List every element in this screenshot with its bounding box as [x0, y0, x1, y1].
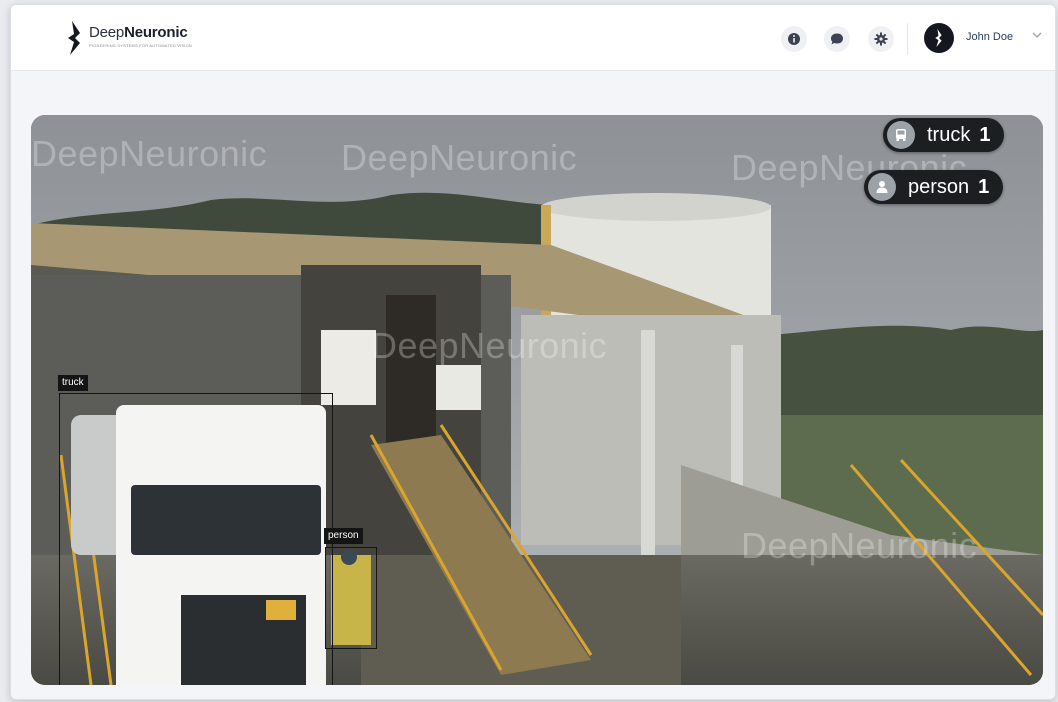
counter-value: 1 — [979, 123, 991, 146]
watermark: DeepNeuronic — [31, 133, 268, 174]
settings-button[interactable] — [868, 26, 894, 52]
counter-truck[interactable]: truck 1 — [883, 118, 1005, 152]
brand-tagline: PIONEERING SYSTEMS FOR AUTOMATED VISION — [89, 43, 192, 48]
counter-value: 1 — [978, 175, 990, 198]
watermark: DeepNeuronic — [741, 525, 978, 566]
truck-icon — [887, 121, 915, 149]
brand-name: DeepNeuronic — [89, 24, 188, 41]
counter-person[interactable]: person 1 — [864, 170, 1004, 204]
user-name[interactable]: John Doe — [966, 31, 1013, 43]
info-icon — [788, 33, 800, 45]
gear-icon — [874, 32, 888, 46]
watermark: DeepNeuronic — [341, 137, 578, 178]
detection-label-person: person — [324, 528, 363, 544]
counter-label: truck — [927, 123, 971, 146]
avatar-logo-icon — [935, 29, 942, 47]
chat-icon — [831, 33, 843, 45]
detection-box-truck[interactable] — [59, 393, 333, 685]
watermark: DeepNeuronic — [371, 325, 608, 366]
app-window: DeepNeuronic PIONEERING SYSTEMS FOR AUTO… — [10, 4, 1056, 700]
detection-box-person[interactable] — [325, 547, 377, 649]
logo-mark-icon — [68, 21, 80, 55]
person-icon — [868, 173, 896, 201]
chevron-down-icon[interactable] — [1031, 29, 1043, 41]
logo[interactable]: DeepNeuronic PIONEERING SYSTEMS FOR AUTO… — [65, 19, 192, 57]
top-bar: DeepNeuronic PIONEERING SYSTEMS FOR AUTO… — [11, 5, 1055, 71]
camera-feed[interactable]: DeepNeuronic DeepNeuronic DeepNeuronic D… — [31, 115, 1043, 685]
avatar[interactable] — [924, 23, 954, 53]
messages-button[interactable] — [824, 26, 850, 52]
info-button[interactable] — [781, 26, 807, 52]
counter-label: person — [908, 175, 970, 198]
logo-text: DeepNeuronic PIONEERING SYSTEMS FOR AUTO… — [89, 24, 192, 49]
header-divider — [907, 23, 908, 55]
detection-label-truck: truck — [58, 375, 88, 391]
